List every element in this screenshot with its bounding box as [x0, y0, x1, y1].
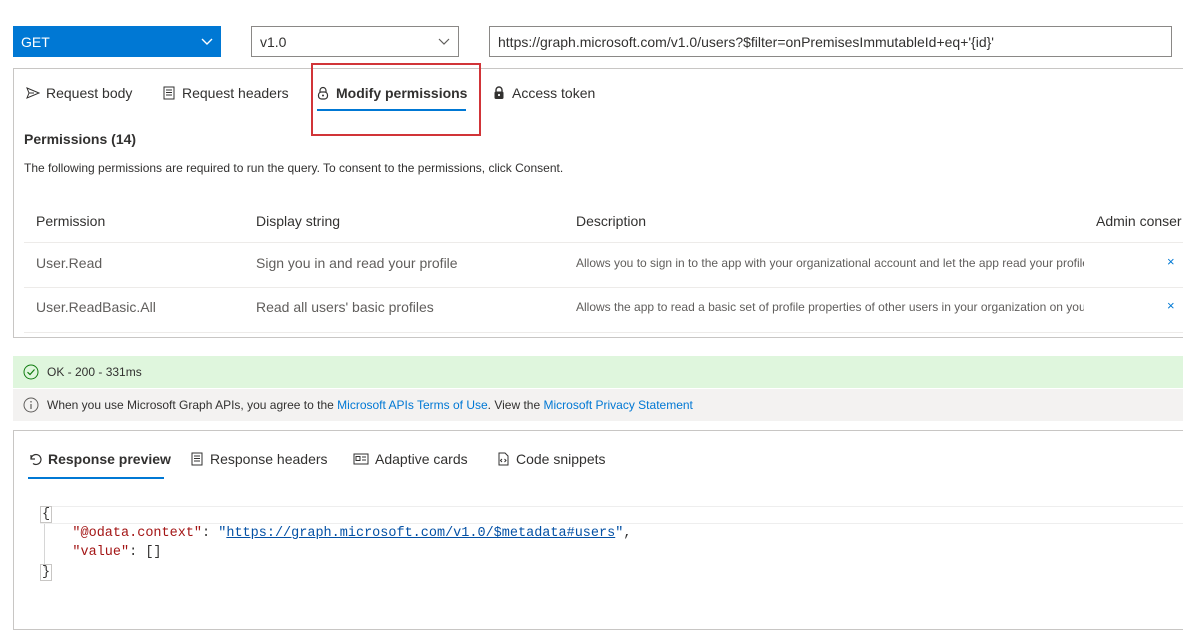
tab-response-preview[interactable]: Response preview [28, 447, 171, 471]
row-divider [24, 332, 1183, 333]
tab-adaptive-cards[interactable]: Adaptive cards [353, 447, 468, 471]
row-divider [24, 242, 1183, 243]
document-icon [191, 452, 203, 466]
terms-info-bar: When you use Microsoft Graph APIs, you a… [13, 389, 1183, 421]
response-code-editor[interactable]: { "@odata.context": "https://graph.micro… [40, 506, 1183, 586]
json-value: [] [145, 545, 162, 560]
permission-description: Allows the app to read a basic set of pr… [576, 300, 1084, 314]
close-brace: } [40, 564, 53, 581]
tab-code-snippets[interactable]: Code snippets [496, 447, 606, 471]
column-header-permission[interactable]: Permission [36, 213, 105, 229]
column-header-admin-consent[interactable]: Admin conser [1096, 213, 1182, 229]
permission-display: Read all users' basic profiles [256, 299, 434, 315]
tab-label: Response preview [48, 451, 171, 467]
open-brace: { [40, 506, 53, 523]
tab-label: Response headers [210, 451, 328, 467]
permissions-description: The following permissions are required t… [24, 161, 564, 175]
status-text: OK - 200 - 331ms [47, 365, 142, 379]
row-divider [24, 287, 1183, 288]
code-line: } [40, 564, 53, 581]
info-text-middle: . View the [487, 398, 541, 412]
json-key: "value" [72, 545, 130, 560]
undo-icon [30, 453, 42, 466]
tab-label: Request headers [182, 85, 289, 101]
info-icon [23, 397, 39, 413]
column-header-description[interactable]: Description [576, 213, 646, 229]
request-panel: Request body Request headers Modify perm… [13, 63, 1183, 338]
tab-label: Code snippets [516, 451, 606, 467]
tab-label: Adaptive cards [375, 451, 468, 467]
json-key: "@odata.context" [72, 526, 203, 541]
tab-request-headers[interactable]: Request headers [162, 81, 289, 105]
chevron-down-icon [201, 38, 213, 45]
column-header-display-string[interactable]: Display string [256, 213, 340, 229]
card-icon [353, 453, 369, 465]
code-line: { [40, 506, 53, 523]
admin-consent-value: × [1167, 254, 1175, 269]
permission-display: Sign you in and read your profile [256, 255, 458, 271]
status-success-bar: OK - 200 - 331ms [13, 356, 1183, 388]
http-method-dropdown[interactable]: GET [13, 26, 221, 57]
current-line-highlight [40, 506, 1183, 524]
code-icon [498, 452, 509, 466]
checkmark-circle-icon [23, 364, 39, 380]
terms-link[interactable]: Microsoft APIs Terms of Use [337, 398, 488, 412]
code-line: "value": [] [72, 545, 162, 560]
tab-response-headers[interactable]: Response headers [190, 447, 328, 471]
metadata-link[interactable]: https://graph.microsoft.com/v1.0/$metada… [226, 526, 615, 541]
http-method-value: GET [21, 33, 50, 50]
version-value: v1.0 [260, 33, 287, 50]
permission-description: Allows you to sign in to the app with yo… [576, 256, 1084, 270]
permission-name: User.Read [36, 255, 103, 271]
shield-icon [494, 86, 504, 99]
tab-label: Request body [46, 85, 133, 101]
response-panel: Response preview Response headers Adapti… [13, 430, 1183, 630]
privacy-link[interactable]: Microsoft Privacy Statement [544, 398, 693, 412]
info-text: When you use Microsoft Graph APIs, you a… [47, 398, 334, 412]
send-icon [26, 87, 40, 99]
tab-label: Access token [512, 85, 596, 101]
document-icon [163, 86, 175, 100]
version-dropdown[interactable]: v1.0 [251, 26, 459, 57]
permissions-title: Permissions (14) [24, 131, 137, 147]
active-tab-indicator [28, 477, 164, 479]
tab-access-token[interactable]: Access token [492, 81, 595, 105]
permission-name: User.ReadBasic.All [36, 299, 156, 315]
chevron-down-icon [438, 38, 450, 45]
url-input[interactable] [489, 26, 1172, 57]
highlight-box [311, 63, 481, 136]
code-line: "@odata.context": "https://graph.microso… [72, 526, 632, 541]
tab-request-body[interactable]: Request body [26, 81, 132, 105]
admin-consent-value: × [1167, 298, 1175, 313]
